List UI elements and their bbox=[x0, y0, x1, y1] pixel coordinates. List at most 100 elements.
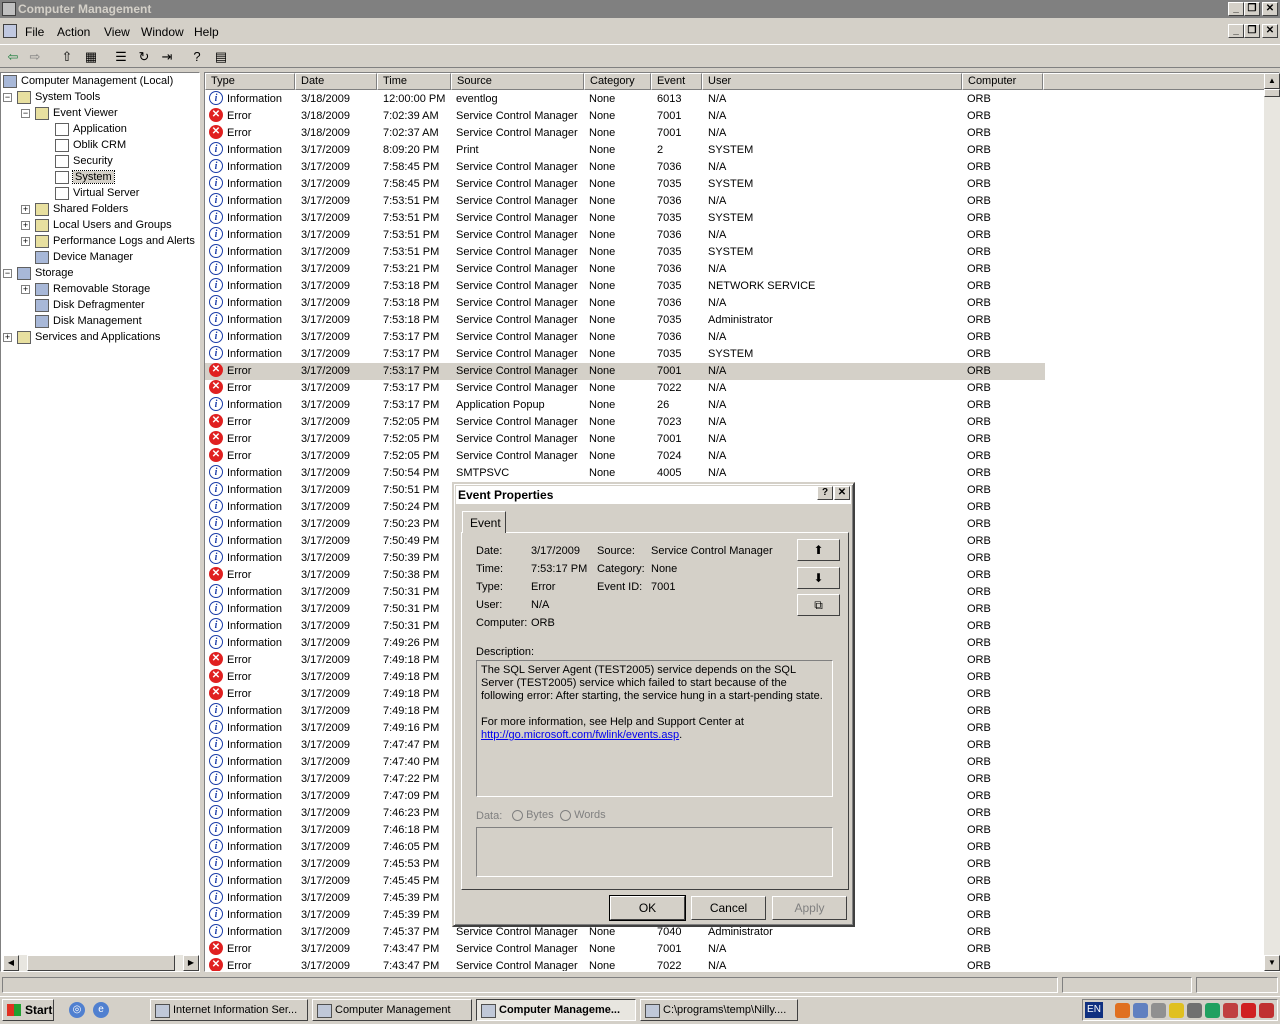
dialog-help-button[interactable]: ? bbox=[817, 486, 833, 500]
server-icon[interactable] bbox=[1151, 1003, 1166, 1018]
tree-disk-defragmenter[interactable]: Disk Defragmenter bbox=[35, 297, 145, 313]
refresh-icon[interactable]: ↻ bbox=[134, 48, 154, 66]
shield-icon[interactable] bbox=[1169, 1003, 1184, 1018]
internet-explorer-icon[interactable]: e bbox=[93, 1002, 109, 1018]
antivirus-icon[interactable] bbox=[1241, 1003, 1256, 1018]
language-indicator[interactable]: EN bbox=[1085, 1002, 1103, 1018]
copy-event-button[interactable]: ⧉ bbox=[797, 594, 840, 616]
column-time[interactable]: Time bbox=[377, 73, 451, 90]
table-row[interactable]: i Information 3/17/2009 7:53:51 PM Service C… bbox=[205, 210, 1045, 227]
table-row[interactable]: ✕ Error 3/18/2009 7:02:37 AM Service Control… bbox=[205, 125, 1045, 142]
dialog-close-button[interactable]: ✕ bbox=[834, 486, 850, 500]
table-row[interactable]: i Information 3/17/2009 7:53:18 PM Service C… bbox=[205, 312, 1045, 329]
table-row[interactable]: i Information 3/17/2009 7:53:21 PM Service C… bbox=[205, 261, 1045, 278]
tree-system-tools[interactable]: System Tools bbox=[17, 89, 100, 105]
tree-system[interactable]: System bbox=[55, 169, 115, 185]
network-icon[interactable] bbox=[1133, 1003, 1148, 1018]
table-row[interactable]: i Information 3/17/2009 7:58:45 PM Service C… bbox=[205, 176, 1045, 193]
tree-virtual-server[interactable]: Virtual Server bbox=[55, 185, 139, 201]
collapse-icon[interactable]: − bbox=[3, 93, 12, 102]
column-source[interactable]: Source bbox=[451, 73, 584, 90]
help-link[interactable]: http://go.microsoft.com/fwlink/events.as… bbox=[481, 729, 679, 741]
expand-icon[interactable]: + bbox=[3, 333, 12, 342]
table-row[interactable]: i Information 3/17/2009 7:53:18 PM Service C… bbox=[205, 278, 1045, 295]
table-row[interactable]: i Information 3/17/2009 7:50:54 PM SMTPSVC No… bbox=[205, 465, 1045, 482]
list-vertical-scrollbar[interactable]: ▲ ▼ bbox=[1264, 73, 1280, 971]
start-button[interactable]: Start bbox=[2, 999, 54, 1021]
table-row[interactable]: i Information 3/17/2009 8:09:20 PM Print None… bbox=[205, 142, 1045, 159]
tree-services-applications[interactable]: Services and Applications bbox=[17, 329, 160, 345]
expand-icon[interactable]: + bbox=[21, 237, 30, 246]
export-list-icon[interactable]: ⇥ bbox=[157, 48, 177, 66]
tree-disk-management[interactable]: Disk Management bbox=[35, 313, 142, 329]
column-category[interactable]: Category bbox=[584, 73, 651, 90]
apply-button[interactable]: Apply bbox=[772, 896, 847, 920]
child-close-button[interactable]: ✕ bbox=[1262, 24, 1278, 38]
properties-icon[interactable]: ☰ bbox=[111, 48, 131, 66]
table-row[interactable]: ✕ Error 3/17/2009 7:43:47 PM Service Control… bbox=[205, 958, 1045, 971]
expand-icon[interactable]: + bbox=[21, 205, 30, 214]
task-iis[interactable]: Internet Information Ser... bbox=[150, 999, 308, 1021]
expand-icon[interactable]: + bbox=[21, 285, 30, 294]
tree-security[interactable]: Security bbox=[55, 153, 113, 169]
scroll-left-icon[interactable]: ◀ bbox=[3, 955, 19, 971]
scroll-down-icon[interactable]: ▼ bbox=[1264, 955, 1280, 971]
menu-action[interactable]: Action bbox=[57, 25, 90, 39]
next-event-button[interactable]: ⬇ bbox=[797, 567, 840, 589]
child-minimize-button[interactable]: _ bbox=[1228, 24, 1244, 38]
menu-window[interactable]: Window bbox=[141, 25, 184, 39]
table-row[interactable]: i Information 3/17/2009 7:53:51 PM Service C… bbox=[205, 227, 1045, 244]
tray-app-icon[interactable] bbox=[1115, 1003, 1130, 1018]
cancel-button[interactable]: Cancel bbox=[691, 896, 766, 920]
table-row[interactable]: ✕ Error 3/17/2009 7:43:47 PM Service Control… bbox=[205, 941, 1045, 958]
volume-icon[interactable] bbox=[1187, 1003, 1202, 1018]
table-row[interactable]: ✕ Error 3/17/2009 7:53:17 PM Service Control… bbox=[205, 363, 1045, 380]
table-row[interactable]: ✕ Error 3/17/2009 7:52:05 PM Service Control… bbox=[205, 431, 1045, 448]
tree-storage[interactable]: Storage bbox=[17, 265, 74, 281]
child-restore-button[interactable]: ❐ bbox=[1244, 24, 1260, 38]
tree-horizontal-scrollbar[interactable]: ◀ ▶ bbox=[3, 955, 199, 971]
task-explorer-folder[interactable]: C:\programs\temp\Nilly.... bbox=[640, 999, 798, 1021]
table-row[interactable]: i Information 3/17/2009 7:53:51 PM Service C… bbox=[205, 193, 1045, 210]
tree-application[interactable]: Application bbox=[55, 121, 127, 137]
tree-local-users[interactable]: Local Users and Groups bbox=[35, 217, 172, 233]
previous-event-button[interactable]: ⬆ bbox=[797, 539, 840, 561]
back-icon[interactable]: ⇦ bbox=[3, 48, 23, 66]
task-computer-management-1[interactable]: Computer Management bbox=[312, 999, 472, 1021]
close-button[interactable]: ✕ bbox=[1262, 2, 1278, 16]
table-row[interactable]: ✕ Error 3/17/2009 7:52:05 PM Service Control… bbox=[205, 448, 1045, 465]
table-row[interactable]: ✕ Error 3/17/2009 7:52:05 PM Service Control… bbox=[205, 414, 1045, 431]
forward-icon[interactable]: ⇨ bbox=[25, 48, 45, 66]
column-user[interactable]: User bbox=[702, 73, 962, 90]
column-date[interactable]: Date bbox=[295, 73, 377, 90]
tree-event-viewer[interactable]: Event Viewer bbox=[35, 105, 118, 121]
up-one-level-icon[interactable]: ⇧ bbox=[57, 48, 77, 66]
task-computer-management-2[interactable]: Computer Manageme... bbox=[476, 999, 636, 1021]
tree-removable-storage[interactable]: Removable Storage bbox=[35, 281, 150, 297]
tray-tool-icon[interactable] bbox=[1223, 1003, 1238, 1018]
mmc-system-menu-icon[interactable] bbox=[3, 24, 17, 38]
menu-view[interactable]: View bbox=[104, 25, 130, 39]
sync-icon[interactable] bbox=[1205, 1003, 1220, 1018]
show-desktop-icon[interactable]: ◎ bbox=[69, 1002, 85, 1018]
table-row[interactable]: ✕ Error 3/17/2009 7:53:17 PM Service Control… bbox=[205, 380, 1045, 397]
table-row[interactable]: i Information 3/17/2009 7:53:51 PM Service C… bbox=[205, 244, 1045, 261]
table-row[interactable]: i Information 3/17/2009 7:53:17 PM Applicati… bbox=[205, 397, 1045, 414]
data-box[interactable] bbox=[476, 827, 833, 877]
console-view-icon[interactable]: ▤ bbox=[211, 48, 231, 66]
menu-help[interactable]: Help bbox=[194, 25, 219, 39]
restore-button[interactable]: ❐ bbox=[1244, 2, 1260, 16]
tree-perf-logs[interactable]: Performance Logs and Alerts bbox=[35, 233, 195, 249]
words-radio[interactable]: Words bbox=[560, 809, 606, 821]
tree-oblik-crm[interactable]: Oblik CRM bbox=[55, 137, 126, 153]
tree-device-manager[interactable]: Device Manager bbox=[35, 249, 133, 265]
help-icon[interactable]: ? bbox=[187, 48, 207, 66]
minimize-button[interactable]: _ bbox=[1228, 2, 1244, 16]
collapse-icon[interactable]: − bbox=[3, 269, 12, 278]
scroll-right-icon[interactable]: ▶ bbox=[183, 955, 199, 971]
description-box[interactable]: The SQL Server Agent (TEST2005) service … bbox=[476, 660, 833, 797]
bytes-radio[interactable]: Bytes bbox=[512, 809, 554, 821]
scroll-thumb[interactable] bbox=[27, 955, 175, 971]
table-row[interactable]: i Information 3/17/2009 7:53:17 PM Service C… bbox=[205, 346, 1045, 363]
tray-alert-icon[interactable] bbox=[1259, 1003, 1274, 1018]
